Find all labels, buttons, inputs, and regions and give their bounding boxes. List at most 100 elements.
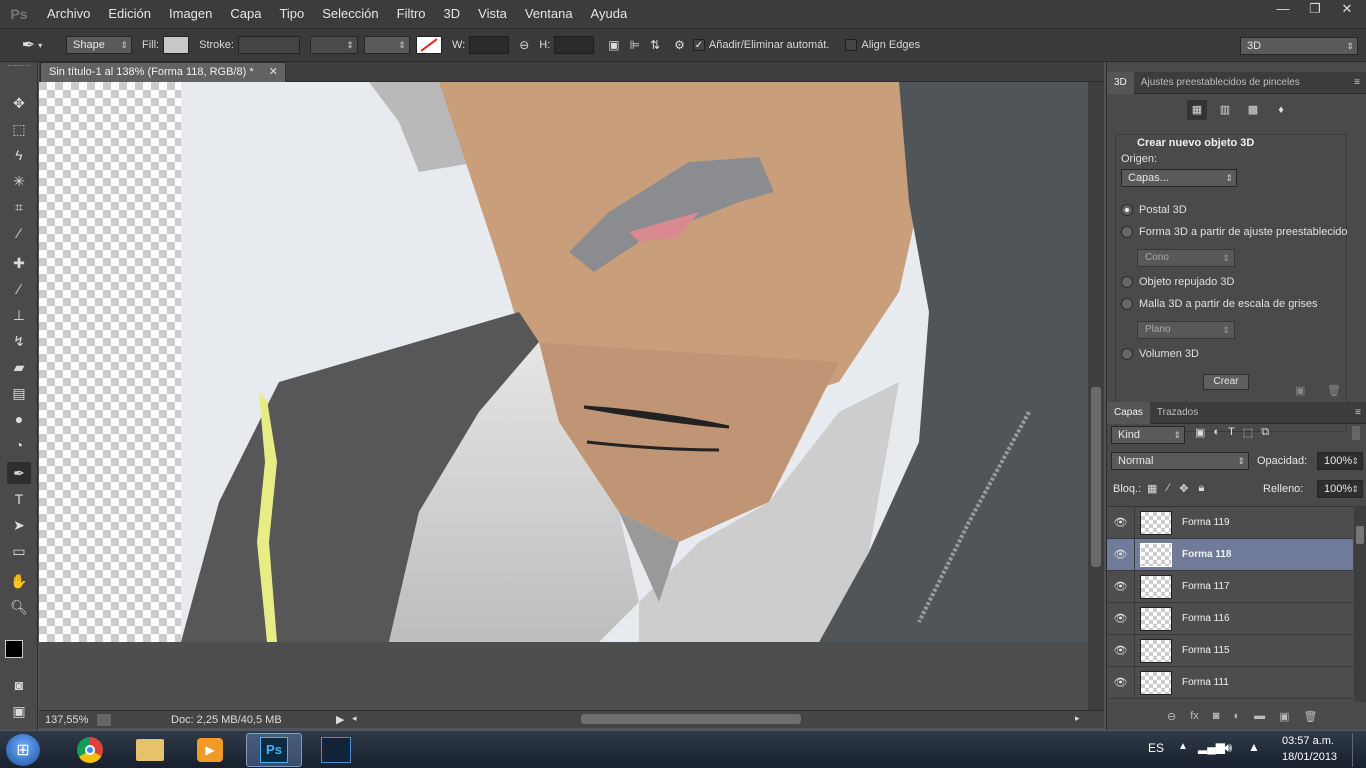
language-indicator[interactable]: ES — [1148, 741, 1164, 755]
menu-capa[interactable]: Capa — [221, 0, 270, 28]
option-volume[interactable]: Volumen 3D — [1121, 348, 1199, 360]
visibility-eye-icon[interactable]: 👁︎ — [1107, 634, 1135, 667]
toolbox-grip[interactable] — [8, 65, 30, 68]
clock-time[interactable]: 03:57 a.m. — [1282, 735, 1334, 747]
grayscale-mesh-select[interactable]: Plano — [1137, 321, 1235, 339]
close-tab-icon[interactable]: ✕ — [269, 63, 278, 82]
visibility-eye-icon[interactable]: 👁︎ — [1107, 570, 1135, 603]
new-layer-icon[interactable]: ▣ — [1279, 710, 1289, 723]
option-postal-3d[interactable]: Postal 3D — [1121, 204, 1187, 216]
visibility-eye-icon[interactable]: 👁︎ — [1107, 602, 1135, 635]
filter-adjust-icon[interactable]: ◐ — [1213, 426, 1220, 439]
mesh-icon[interactable]: ▥ — [1215, 100, 1235, 120]
filter-shape-icon[interactable]: ⬚ — [1243, 426, 1253, 439]
menu-edicion[interactable]: Edición — [99, 0, 160, 28]
marquee-tool-icon[interactable]: ⬚ — [7, 118, 31, 140]
fill-field[interactable]: 100% — [1317, 480, 1363, 498]
add-mask-icon[interactable]: ◙ — [1213, 710, 1220, 723]
gradient-tool-icon[interactable]: ▤ — [7, 382, 31, 404]
option-extrusion[interactable]: Objeto repujado 3D — [1121, 276, 1234, 288]
stroke-color-swatch[interactable] — [415, 36, 442, 54]
radio-volume[interactable] — [1121, 348, 1133, 360]
filter-pixel-icon[interactable]: ▣ — [1195, 426, 1205, 439]
new-3d-icon[interactable]: ▣ — [1295, 384, 1305, 397]
filter-smart-icon[interactable]: ⧉ — [1261, 426, 1269, 439]
radio-preset-shape[interactable] — [1121, 226, 1133, 238]
quick-mask-icon[interactable]: ◙ — [7, 674, 31, 696]
scroll-right-icon[interactable]: ▸ — [1075, 713, 1080, 724]
taskbar-explorer[interactable] — [122, 733, 178, 767]
tool-mode-select[interactable]: Shape — [66, 36, 132, 54]
eyedropper-tool-icon[interactable]: ⁄ — [7, 222, 31, 244]
height-field[interactable] — [554, 36, 595, 54]
taskbar-app-5[interactable] — [308, 733, 364, 767]
menu-imagen[interactable]: Imagen — [160, 0, 221, 28]
tool-preset-picker[interactable]: ✒ ▾ — [10, 32, 54, 58]
taskbar-photoshop[interactable]: Ps — [246, 733, 302, 767]
opacity-field[interactable]: 100% — [1317, 452, 1363, 470]
menu-filtro[interactable]: Filtro — [388, 0, 435, 28]
network-icon[interactable]: ▂▄▆ — [1198, 740, 1225, 754]
pen-tool-icon[interactable]: ✒ — [7, 462, 31, 484]
preset-shape-select[interactable]: Cono — [1137, 249, 1235, 267]
restore-button[interactable]: ❐ — [1300, 0, 1330, 20]
layer-row[interactable]: 👁︎ Forma 119 — [1107, 507, 1353, 539]
menu-3d[interactable]: 3D — [435, 0, 470, 28]
status-arrow-icon[interactable]: ▶ — [336, 713, 344, 726]
type-tool-icon[interactable]: T — [7, 488, 31, 510]
radio-postal-3d[interactable] — [1121, 204, 1133, 216]
lock-brush-icon[interactable]: ∕ — [1167, 482, 1169, 495]
layers-scrollbar[interactable] — [1354, 506, 1366, 702]
visibility-eye-icon[interactable]: 👁︎ — [1107, 538, 1135, 571]
menu-ayuda[interactable]: Ayuda — [582, 0, 637, 28]
rectangle-tool-icon[interactable]: ▭ — [7, 540, 31, 562]
lock-move-icon[interactable]: ✥ — [1179, 482, 1188, 495]
volume-icon[interactable]: 🔊︎ — [1224, 740, 1232, 756]
auto-add-checkbox[interactable]: ✓ — [692, 39, 705, 51]
menu-vista[interactable]: Vista — [469, 0, 516, 28]
horizontal-scroll-thumb[interactable] — [581, 714, 801, 724]
drive-icon[interactable]: ▲ — [1248, 740, 1260, 754]
lasso-tool-icon[interactable]: ϟ — [7, 144, 31, 166]
workspace-select[interactable]: 3D — [1240, 37, 1358, 55]
visibility-eye-icon[interactable]: 👁︎ — [1107, 666, 1135, 699]
visibility-eye-icon[interactable]: 👁︎ — [1107, 507, 1135, 539]
radio-extrusion[interactable] — [1121, 276, 1133, 288]
vertical-scrollbar[interactable] — [1088, 82, 1104, 710]
layer-row[interactable]: 👁︎ Forma 111 — [1107, 666, 1353, 699]
magic-wand-tool-icon[interactable]: ✳ — [7, 170, 31, 192]
filter-toggle[interactable] — [1352, 426, 1360, 440]
crop-tool-icon[interactable]: ⌗ — [7, 196, 31, 218]
taskbar-media-player[interactable]: ▶ — [182, 733, 238, 767]
zoom-level[interactable]: 137,55% — [45, 714, 93, 726]
healing-brush-tool-icon[interactable]: ✚ — [7, 252, 31, 274]
menu-seleccion[interactable]: Selección — [313, 0, 387, 28]
filter-type-icon[interactable]: T — [1228, 426, 1235, 439]
path-arrangement-icon[interactable]: ⇅ — [650, 38, 660, 52]
stroke-width-select[interactable] — [309, 36, 358, 54]
close-button[interactable]: ✕ — [1332, 0, 1362, 20]
path-alignment-icon[interactable]: ⊫ — [630, 38, 640, 52]
layer-style-icon[interactable]: fx — [1190, 710, 1199, 723]
option-grayscale-mesh[interactable]: Malla 3D a partir de escala de grises — [1121, 298, 1318, 310]
blend-mode-select[interactable]: Normal — [1111, 452, 1249, 470]
move-tool-icon[interactable]: ✥ — [7, 92, 31, 114]
clock-date[interactable]: 18/01/2013 — [1282, 751, 1337, 763]
layer-row[interactable]: 👁︎ Forma 116 — [1107, 602, 1353, 635]
path-operations-icon[interactable]: ▣ — [608, 38, 619, 52]
lights-icon[interactable]: ♦ — [1271, 100, 1291, 120]
tray-expand-icon[interactable]: ▲ — [1178, 741, 1188, 752]
minimize-button[interactable]: — — [1268, 0, 1298, 20]
hand-tool-icon[interactable]: ✋ — [7, 570, 31, 592]
tab-layers[interactable]: Capas — [1107, 401, 1150, 424]
zoom-tool-icon[interactable]: 🔍︎ — [7, 596, 31, 618]
layer-row[interactable]: 👁︎ Forma 117 — [1107, 570, 1353, 603]
layer-row-selected[interactable]: 👁︎ Forma 118 — [1107, 538, 1353, 571]
materials-icon[interactable]: ▩ — [1243, 100, 1263, 120]
document-tab[interactable]: Sin título-1 al 138% (Forma 118, RGB/8) … — [40, 62, 286, 82]
link-layers-icon[interactable]: ⊖ — [1167, 710, 1176, 723]
adjustment-layer-icon[interactable]: ◐ — [1233, 710, 1240, 723]
panel-menu-icon[interactable]: ≡ — [1354, 77, 1360, 88]
canvas-area[interactable] — [39, 82, 1088, 710]
screen-mode-icon[interactable]: ▣ — [7, 700, 31, 722]
